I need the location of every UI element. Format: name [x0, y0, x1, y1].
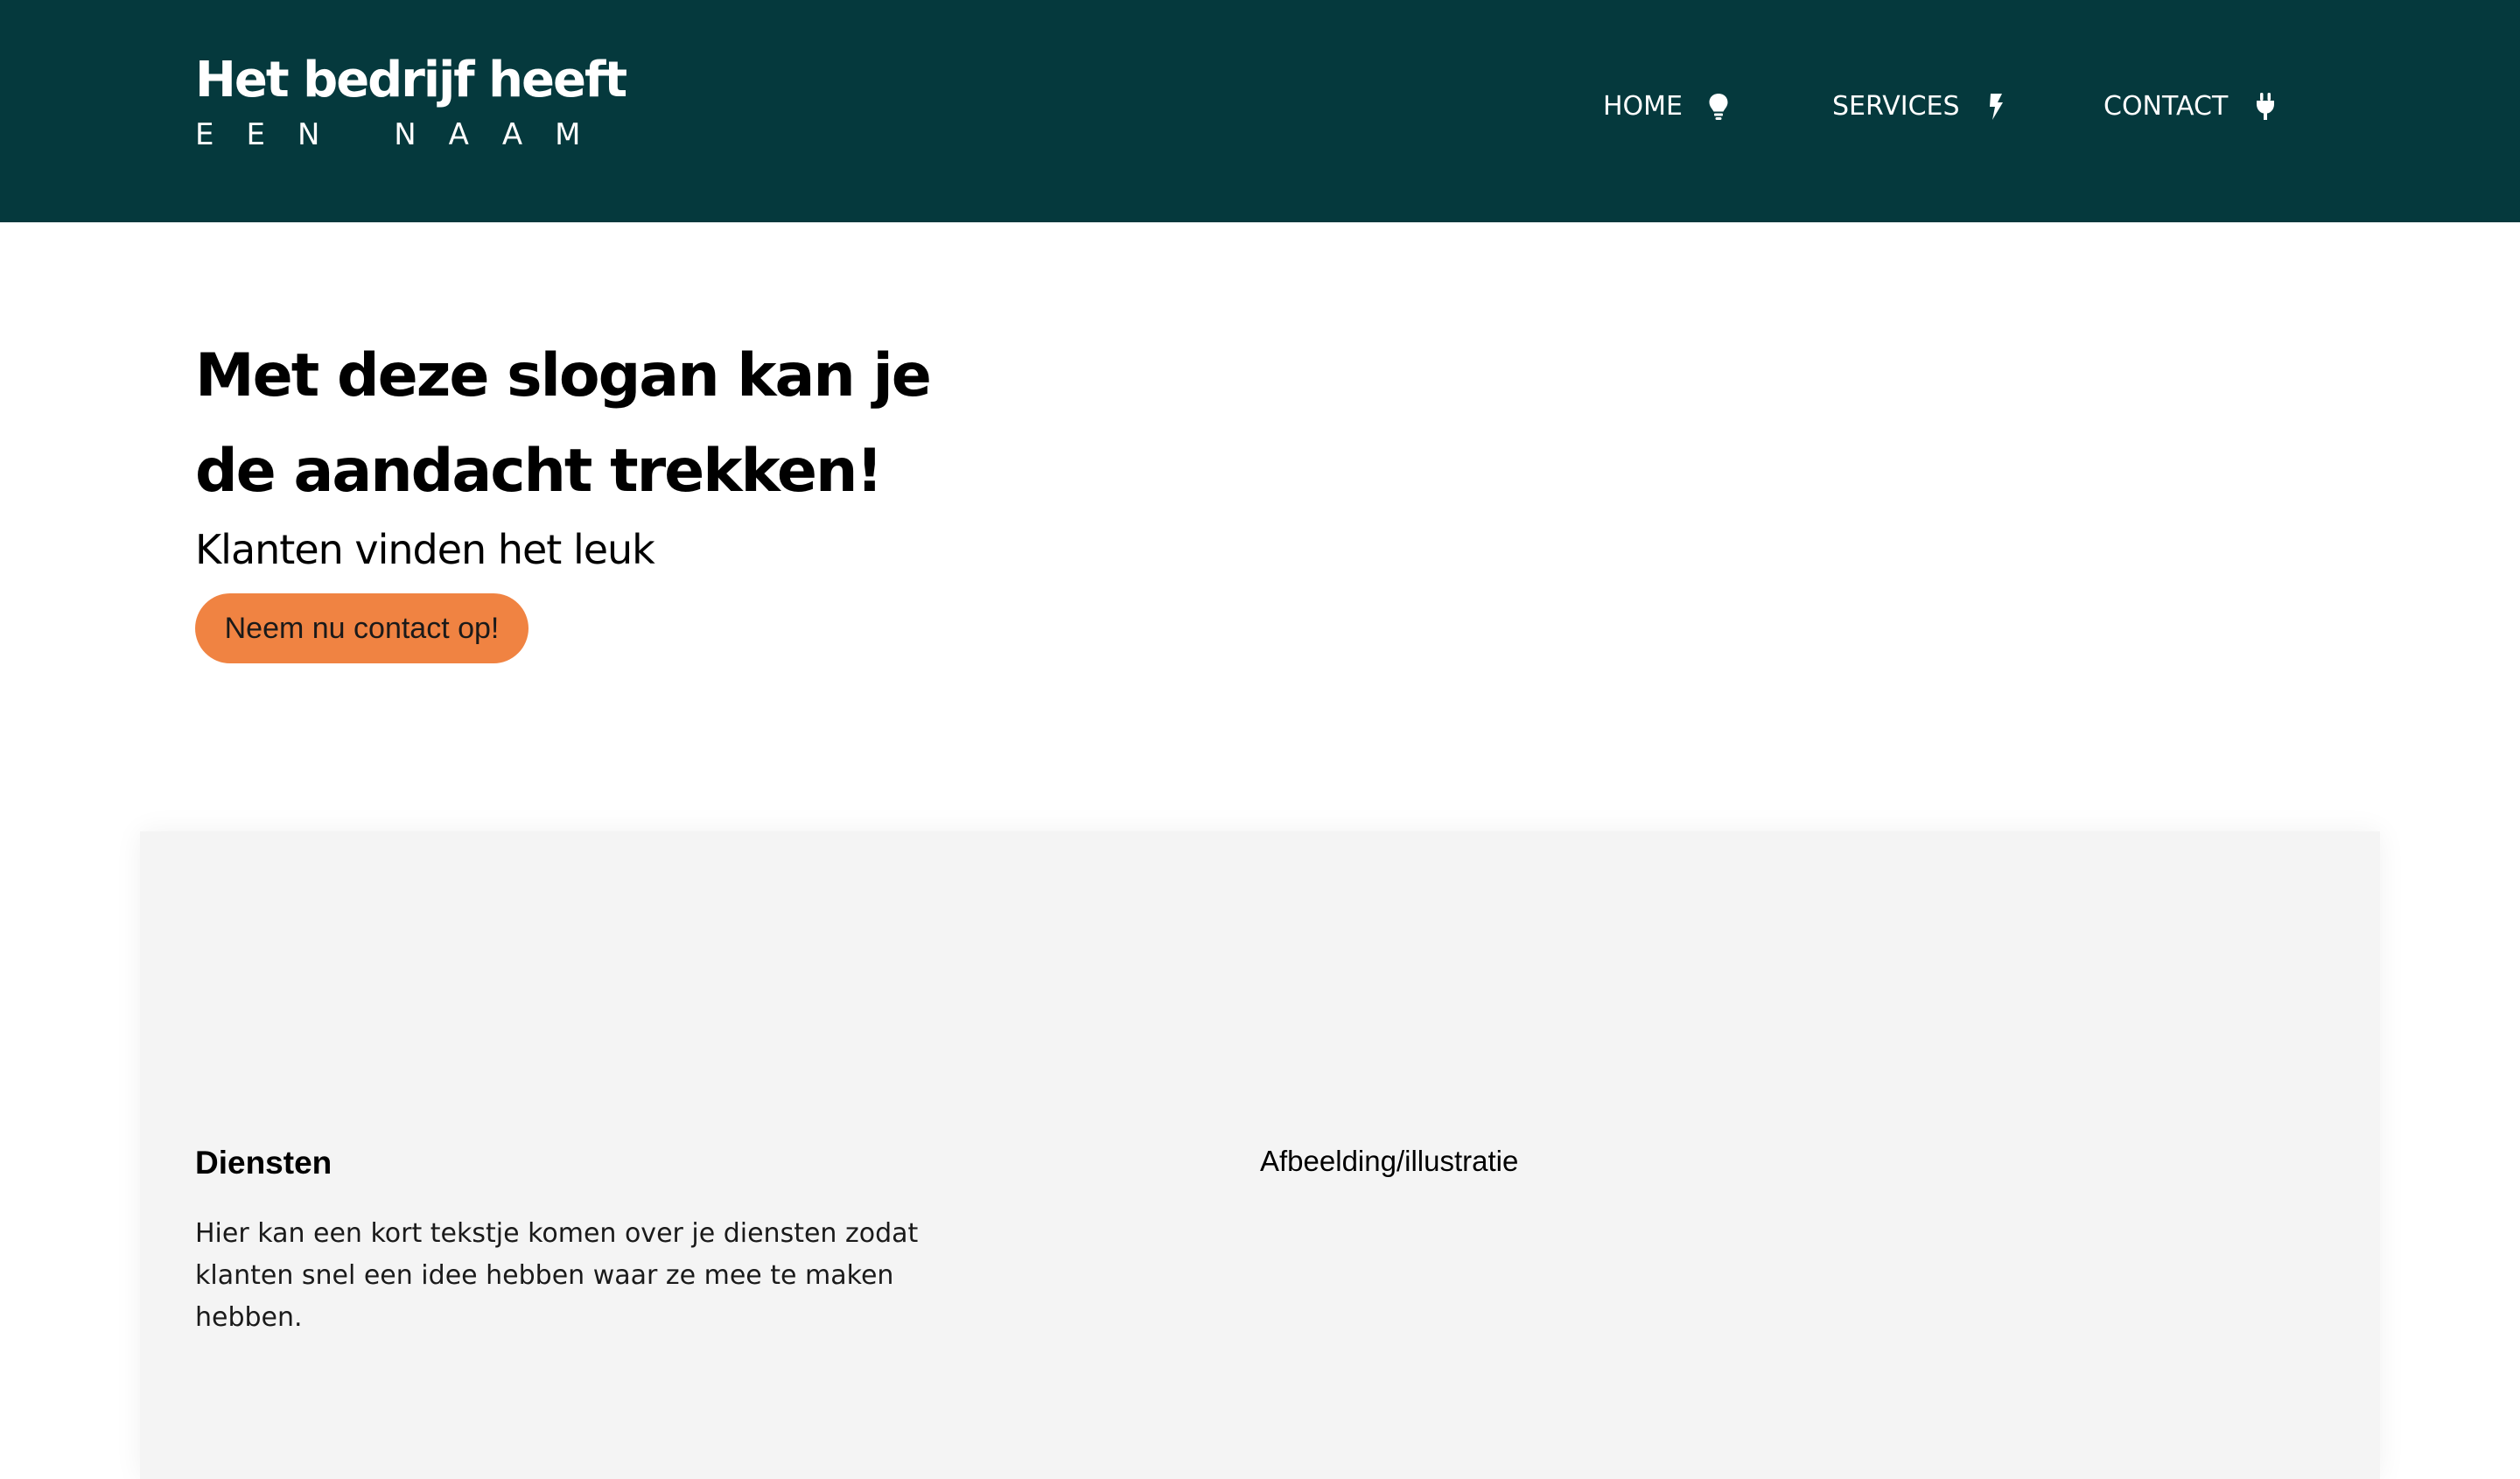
brand-title: Het bedrijf heeft [195, 52, 627, 109]
hero-title: Met deze slogan kan je de aandacht trekk… [195, 341, 932, 506]
services-description: Hier kan een kort tekstje komen over je … [195, 1218, 919, 1333]
bolt-icon [1984, 92, 2007, 122]
services-heading: Diensten [195, 1145, 332, 1181]
nav-item-label: CONTACT [2104, 91, 2229, 122]
brand-logo[interactable]: Het bedrijf heeft EEN NAAM [195, 49, 627, 152]
nav-item-services[interactable]: SERVICES [1832, 88, 2007, 126]
brand-subtitle: EEN NAAM [195, 117, 613, 152]
lightbulb-icon [1707, 92, 1730, 122]
plug-icon [2254, 92, 2277, 122]
nav-item-label: HOME [1603, 91, 1684, 122]
contact-cta-button[interactable]: Neem nu contact op! [195, 593, 528, 663]
illustration-placeholder: Afbeelding/illustratie [1260, 1145, 1519, 1177]
nav-item-home[interactable]: HOME [1603, 88, 1730, 126]
site-header: Het bedrijf heeft EEN NAAM HOME SERVICES… [0, 0, 2520, 222]
nav-item-contact[interactable]: CONTACT [2104, 88, 2277, 126]
nav-item-label: SERVICES [1832, 91, 1960, 122]
hero-subtitle: Klanten vinden het leuk [195, 526, 655, 573]
